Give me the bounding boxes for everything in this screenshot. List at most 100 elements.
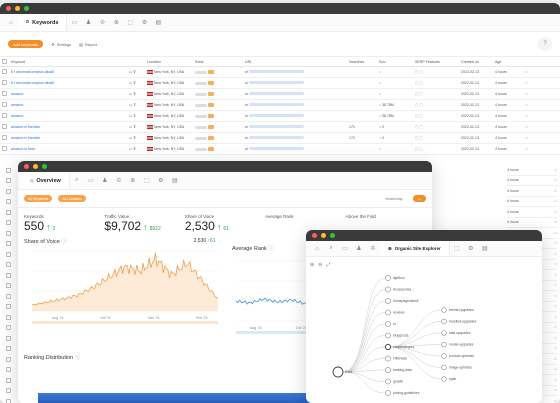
row-checkbox[interactable]: [2, 135, 7, 140]
url-link[interactable]: [248, 147, 304, 150]
ellipsis-icon[interactable]: ⋮: [217, 238, 222, 244]
tree-leaf-node[interactable]: [441, 353, 447, 359]
row-checkbox[interactable]: [2, 80, 7, 85]
row-checkbox[interactable]: [6, 262, 11, 268]
user-icon[interactable]: ♟: [98, 177, 112, 184]
url-link[interactable]: [248, 70, 304, 73]
tree-leaf-node[interactable]: [441, 376, 447, 382]
keyword-link[interactable]: 8 f cincinnati oneplus alkal8: [11, 70, 54, 74]
select-all-checkbox[interactable]: [2, 58, 7, 64]
more-icon[interactable]: ⊙: [554, 168, 557, 172]
tree-leaf-node[interactable]: [441, 330, 447, 336]
url-link[interactable]: [248, 114, 304, 117]
more-icon[interactable]: ⊙: [554, 231, 557, 235]
folder-icon[interactable]: [207, 80, 214, 85]
keyword-link[interactable]: amazon: [11, 114, 23, 118]
keyword-link[interactable]: amazon: [11, 103, 23, 107]
row-checkbox[interactable]: [6, 325, 11, 331]
link-icon[interactable]: ⇄: [245, 81, 248, 85]
row-checkbox[interactable]: [6, 346, 11, 352]
row-checkbox[interactable]: [6, 388, 11, 394]
col-serp-features[interactable]: SERP Features: [413, 57, 459, 67]
link-icon[interactable]: ⇄: [245, 92, 248, 96]
more-icon[interactable]: ⊙: [554, 199, 557, 203]
row-checkbox[interactable]: [6, 251, 11, 257]
keyword-link[interactable]: amazon in best: [11, 147, 35, 151]
maximize-dot-icon[interactable]: [330, 233, 335, 238]
crosshair-icon[interactable]: ⊕: [109, 19, 123, 26]
more-icon[interactable]: ⊙: [554, 294, 557, 298]
folder-icon[interactable]: [207, 135, 214, 140]
document-icon[interactable]: ▤: [168, 177, 182, 184]
document-icon[interactable]: ▤: [151, 19, 165, 26]
filter-icon[interactable]: ⊽: [133, 136, 136, 140]
home-icon[interactable]: ⌂: [310, 246, 324, 252]
folder-icon[interactable]: [207, 113, 214, 118]
keyword-link[interactable]: 8 f cincinnati oneplus alkal8: [11, 81, 54, 85]
more-icon[interactable]: ⊙: [554, 315, 557, 319]
row-checkbox[interactable]: [6, 293, 11, 299]
row-checkbox[interactable]: [6, 304, 11, 310]
row-checkbox[interactable]: [6, 398, 11, 403]
col-sov[interactable]: SoV: [377, 57, 413, 67]
row-checkbox[interactable]: [2, 124, 7, 129]
tree-node[interactable]: [385, 390, 391, 396]
gear-icon[interactable]: ⚙: [137, 19, 151, 26]
more-icon[interactable]: ⊙: [554, 367, 557, 371]
tag-icon[interactable]: ⬚: [140, 177, 154, 184]
table-row[interactable]: 8 f cincinnati oneplus alkal8 ▭ ⊽ New Yo…: [0, 66, 560, 78]
keyword-link[interactable]: amazon: [11, 92, 23, 96]
more-icon[interactable]: ⊙: [554, 346, 557, 350]
col-age[interactable]: Age: [493, 57, 523, 67]
url-link[interactable]: [248, 125, 304, 128]
col-location[interactable]: Location: [145, 57, 193, 67]
filter-icon[interactable]: ⊽: [133, 125, 136, 129]
tree-leaf-node[interactable]: [441, 341, 447, 348]
more-icon[interactable]: ⊙: [554, 252, 557, 256]
row-checkbox[interactable]: [2, 69, 7, 74]
locations-filter[interactable]: All Locations: [58, 195, 87, 202]
more-icon[interactable]: ⊙: [554, 262, 557, 266]
info-icon[interactable]: ⓘ: [75, 355, 81, 361]
keywords-filter[interactable]: All Keywords: [24, 195, 53, 202]
keyword-link[interactable]: amazon in firestick: [11, 136, 40, 140]
more-icon[interactable]: ⊙: [554, 378, 557, 382]
gear-icon[interactable]: ⚙: [154, 177, 168, 184]
more-icon[interactable]: ⊙: [525, 147, 528, 151]
more-icon[interactable]: ⊙: [525, 70, 528, 74]
folder-icon[interactable]: [207, 102, 214, 107]
table-row[interactable]: amazon ▭ ⊽ New York, NY, USA ⇄ ● 38.78M …: [0, 110, 560, 122]
add-keywords-button[interactable]: Add keywords: [8, 40, 44, 48]
more-icon[interactable]: ⊙: [525, 103, 528, 107]
tree-leaf-node[interactable]: [441, 307, 447, 313]
monitor-icon[interactable]: ▭: [84, 177, 98, 184]
link-icon[interactable]: ⇄: [245, 103, 248, 107]
tree-node[interactable]: [385, 286, 391, 293]
row-checkbox[interactable]: [6, 314, 11, 320]
minimize-dot-icon[interactable]: [15, 6, 20, 11]
row-checkbox[interactable]: [6, 377, 11, 383]
col-searches[interactable]: Searches: [347, 57, 377, 67]
tree-node[interactable]: [385, 378, 391, 385]
gear-icon[interactable]: ⚙: [464, 245, 478, 252]
link-icon[interactable]: ⇄: [245, 147, 248, 151]
tree-node[interactable]: [385, 298, 391, 304]
user-icon[interactable]: ♟: [352, 245, 366, 252]
more-icon[interactable]: ⊙: [554, 241, 557, 245]
link-icon[interactable]: ⇄: [245, 114, 248, 118]
tree-node[interactable]: [385, 355, 391, 362]
row-checkbox[interactable]: [6, 209, 11, 215]
link-icon[interactable]: ⇄: [245, 125, 248, 129]
filter-icon[interactable]: ⊽: [133, 147, 136, 151]
filter-icon[interactable]: ⊽: [133, 70, 136, 74]
settings-button[interactable]: ⚙ Settings: [51, 42, 71, 47]
row-checkbox[interactable]: [2, 113, 7, 118]
more-icon[interactable]: ⊙: [554, 357, 557, 361]
folder-icon[interactable]: [207, 146, 214, 151]
close-dot-icon[interactable]: [312, 233, 317, 238]
more-icon[interactable]: ⊙: [554, 220, 557, 224]
tag-icon[interactable]: ⬚: [123, 19, 137, 26]
tree-leaf-node[interactable]: [441, 318, 447, 325]
keyword-link[interactable]: amazon in firestick: [11, 125, 40, 129]
row-checkbox[interactable]: [6, 188, 11, 194]
